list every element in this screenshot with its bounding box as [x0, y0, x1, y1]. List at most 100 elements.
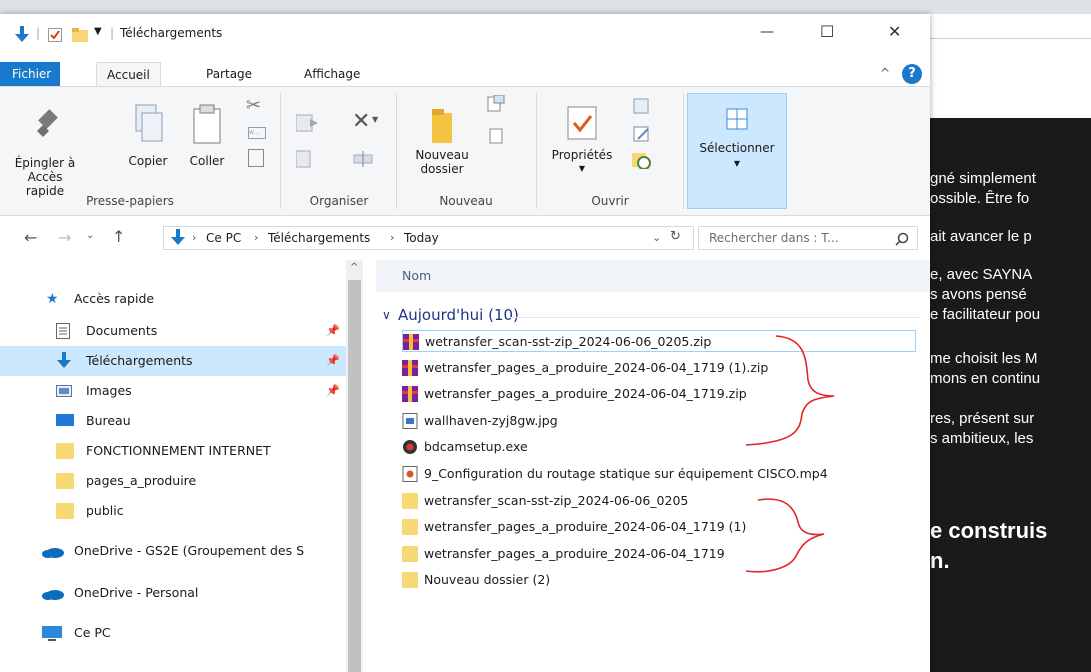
nav-label: pages_a_produire	[86, 473, 197, 488]
nav-label: public	[86, 503, 124, 518]
tab-affichage[interactable]: Affichage	[294, 62, 370, 86]
nav-item-telechargements[interactable]: Téléchargements 📌	[0, 346, 346, 376]
refresh-icon[interactable]: ↻	[670, 229, 681, 244]
delete-icon[interactable]: ✕	[352, 109, 370, 134]
folder-name: Nouveau dossier (2)	[424, 572, 551, 587]
properties-button[interactable]: Propriétés ▼	[540, 103, 624, 176]
minimize-button[interactable]: —	[760, 24, 774, 40]
tab-partage[interactable]: Partage	[196, 62, 262, 86]
maximize-button[interactable]: ☐	[820, 22, 834, 41]
desktop-icon	[56, 414, 74, 426]
open-icon[interactable]	[632, 97, 652, 115]
paste-button[interactable]: Coller	[182, 103, 232, 168]
nav-quick-access[interactable]: ★ Accès rapide	[0, 284, 346, 314]
address-box[interactable]: › Ce PC › Téléchargements › Today ⌄ ↻	[163, 226, 694, 250]
nav-item-images[interactable]: Images 📌	[0, 376, 346, 406]
file-explorer-window: | ▼ | Téléchargements — ☐ ✕ Fichier Accu…	[0, 14, 930, 672]
pin-icon[interactable]: 📌	[326, 376, 340, 406]
new-item-icon[interactable]	[486, 95, 506, 113]
tab-accueil[interactable]: Accueil	[96, 62, 161, 87]
back-icon[interactable]: ←	[24, 228, 37, 247]
nav-this-pc[interactable]: Ce PC	[0, 618, 346, 648]
new-folder-button[interactable]: Nouveau dossier	[402, 107, 482, 176]
ribbon-separator	[536, 93, 537, 209]
archive-icon	[402, 386, 418, 402]
customize-quick-access-icon[interactable]: ▼	[94, 26, 102, 37]
scrollbar-thumb[interactable]	[348, 280, 361, 672]
nav-item-pages-a-produire[interactable]: pages_a_produire	[0, 466, 346, 496]
column-name-header[interactable]: Nom	[402, 268, 431, 283]
easy-access-icon[interactable]	[486, 127, 506, 145]
properties-dropdown-icon[interactable]: ▼	[540, 162, 624, 176]
properties-icon	[567, 106, 597, 140]
group-label-open: Ouvrir	[591, 194, 629, 208]
copy-label: Copier	[128, 154, 168, 168]
pin-icon	[37, 109, 58, 137]
history-icon[interactable]	[632, 151, 652, 169]
archive-icon	[402, 360, 418, 376]
up-icon[interactable]: ↑	[112, 227, 125, 246]
folder-icon	[402, 519, 418, 535]
cloud-icon	[42, 590, 64, 600]
breadcrumb-today[interactable]: Today	[404, 231, 439, 245]
breadcrumb-telechargements[interactable]: Téléchargements	[268, 231, 370, 245]
address-dropdown-icon[interactable]: ⌄	[652, 231, 661, 244]
copy-to-icon[interactable]	[296, 149, 322, 169]
properties-quick-icon[interactable]	[48, 28, 62, 42]
copy-path-icon[interactable]: w...	[248, 127, 266, 139]
download-arrow-icon	[15, 26, 29, 42]
breadcrumb-ce-pc[interactable]: Ce PC	[206, 231, 241, 245]
paste-shortcut-icon[interactable]	[248, 149, 264, 167]
move-to-icon[interactable]	[296, 113, 322, 133]
group-label-new: Nouveau	[439, 194, 493, 208]
pin-button[interactable]: Épingler à Accès rapide	[8, 107, 82, 198]
close-button[interactable]: ✕	[888, 22, 901, 41]
tab-fichier[interactable]: Fichier	[0, 62, 60, 86]
rename-icon[interactable]	[352, 149, 374, 169]
edit-icon[interactable]	[632, 125, 652, 143]
select-dropdown-icon: ▼	[733, 159, 741, 168]
title-bar: | ▼ | Téléchargements — ☐ ✕	[0, 14, 930, 54]
cut-icon[interactable]: ✂	[246, 95, 261, 116]
nav-scrollbar[interactable]: ^	[346, 260, 363, 672]
computer-icon	[42, 626, 62, 641]
window-title: Téléchargements	[120, 26, 223, 40]
folder-name: wetransfer_pages_a_produire_2024-06-04_1…	[424, 519, 747, 534]
pictures-icon	[56, 385, 72, 397]
background-hero-section: gné simplement ossible. Être fo ait avan…	[930, 118, 1091, 672]
nav-item-bureau[interactable]: Bureau	[0, 406, 346, 436]
chevron-down-icon: ∨	[382, 308, 391, 322]
navigation-pane: ★ Accès rapide Documents 📌 Téléchargemen…	[0, 260, 372, 672]
column-header: Nom	[376, 260, 930, 292]
new-folder-quick-icon[interactable]	[72, 28, 88, 42]
delete-dropdown-icon[interactable]: ▼	[372, 115, 378, 124]
pin-icon[interactable]: 📌	[326, 316, 340, 346]
image-file-icon	[402, 413, 418, 429]
copy-button[interactable]: Copier	[118, 103, 178, 168]
search-placeholder: Rechercher dans : T...	[709, 231, 839, 245]
nav-item-fonctionnement-internet[interactable]: FONCTIONNEMENT INTERNET	[0, 436, 346, 466]
search-input[interactable]: Rechercher dans : T...	[698, 226, 918, 250]
nav-onedrive-personal[interactable]: OneDrive - Personal	[0, 578, 346, 608]
bg-text: me choisit les M	[930, 350, 1038, 367]
file-name: wetransfer_pages_a_produire_2024-06-04_1…	[424, 360, 769, 375]
forward-icon[interactable]: →	[58, 228, 71, 247]
bg-heading: n.	[930, 548, 950, 573]
select-icon	[726, 108, 748, 130]
new-folder-line2: dossier	[420, 162, 464, 176]
group-label-organize: Organiser	[309, 194, 369, 208]
select-label: Sélectionner	[699, 141, 775, 155]
recent-locations-icon[interactable]: ⌄	[86, 230, 94, 241]
nav-item-public[interactable]: public	[0, 496, 346, 526]
collapse-ribbon-icon[interactable]: ^	[880, 66, 890, 80]
nav-item-documents[interactable]: Documents 📌	[0, 316, 346, 346]
folder-icon	[402, 546, 418, 562]
help-icon[interactable]: ?	[902, 64, 922, 84]
group-title: Aujourd'hui (10)	[398, 306, 519, 324]
scroll-up-icon[interactable]: ^	[350, 262, 358, 273]
nav-label: Images	[86, 383, 132, 398]
pin-icon[interactable]: 📌	[326, 346, 340, 376]
select-button[interactable]: Sélectionner ▼	[687, 93, 787, 209]
nav-onedrive-org[interactable]: OneDrive - GS2E (Groupement des S	[0, 536, 346, 566]
address-bar-row: ← → ⌄ ↑ › Ce PC › Téléchargements › Toda…	[0, 222, 930, 254]
